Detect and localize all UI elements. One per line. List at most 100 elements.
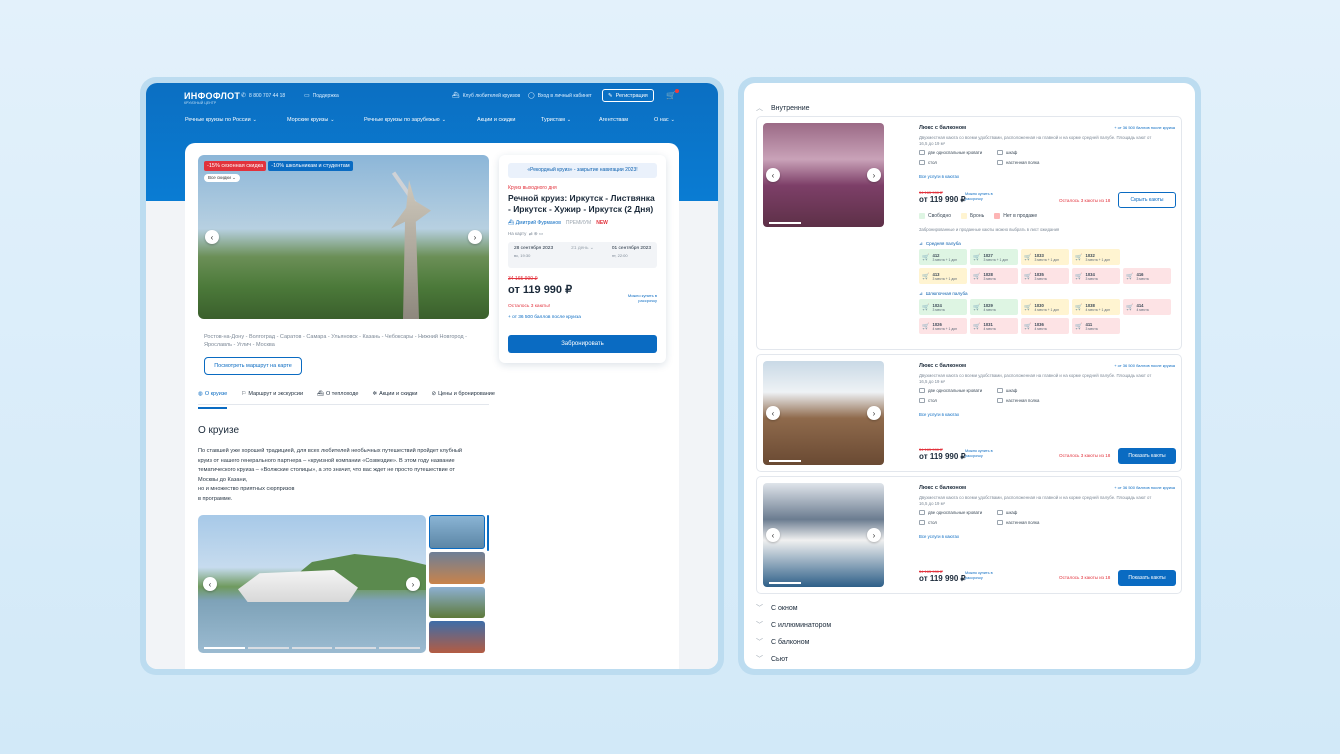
chevron-left-icon: ‹ xyxy=(771,408,775,418)
cart-icon: 🛒 xyxy=(1024,323,1032,330)
section-balcony[interactable]: ﹀ С балконом xyxy=(756,637,809,647)
tag-icon: ⊘ xyxy=(431,391,437,397)
price: от 119 990 ₽ xyxy=(919,195,966,204)
cabin-cell[interactable]: 🛒 414 4 места xyxy=(1123,299,1171,315)
chevron-right-icon: › xyxy=(872,530,876,540)
thumbnail[interactable] xyxy=(429,551,485,584)
nav-item-river-abroad[interactable]: Речные круизы по зарубежью ⌄ xyxy=(364,117,446,123)
cart-icon[interactable]: 🛒 xyxy=(666,89,679,100)
tab-route[interactable]: ⚐ Маршрут и экскурсии xyxy=(241,391,303,404)
phone-link[interactable]: ✆ 8 800 707 44 18 xyxy=(241,93,285,99)
prev-photo-button[interactable]: ‹ xyxy=(766,168,780,182)
cabin-empty xyxy=(1123,249,1171,265)
cabin-cell[interactable]: 🛒 1036 4 места xyxy=(1021,318,1069,334)
tab-about[interactable]: ◍ О круизе xyxy=(198,391,228,409)
next-photo-button[interactable]: › xyxy=(867,406,881,420)
thumbnail[interactable] xyxy=(429,621,485,653)
cabin-info: 1034 3 места xyxy=(1085,271,1098,281)
tab-ship[interactable]: ⛴ О теплоходе xyxy=(317,391,358,404)
section-interior[interactable]: ︿ Внутренние xyxy=(756,103,810,113)
thumbnails-scrollbar[interactable] xyxy=(487,515,489,551)
section-window[interactable]: ﹀ С окном xyxy=(756,603,798,613)
all-services-link[interactable]: Все услуги в каютах xyxy=(919,174,959,179)
cabin-cell[interactable]: 🛒 1031 4 места xyxy=(970,318,1018,334)
cabin-cell[interactable]: 🛒 1027 3 места + 1 доп xyxy=(970,249,1018,265)
next-photo-button[interactable]: › xyxy=(468,230,482,244)
cabins-left: Осталось 3 каюты из 18 xyxy=(1059,453,1111,458)
installment-badge: Можно купить в рассрочку xyxy=(965,449,993,458)
bonus-points: + от 36 500 баллов после круиза xyxy=(1114,485,1175,490)
cabin-description: Двухместная каюта со всеми удобствами, р… xyxy=(919,373,1152,384)
cabin-cell[interactable]: 🛒 1029 4 места xyxy=(970,299,1018,315)
view-route-map-button[interactable]: Посмотреть маршрут на карте xyxy=(204,357,302,375)
cabin-cell[interactable]: 🛒 411 3 места xyxy=(1072,318,1120,334)
nav-item-river-russia[interactable]: Речные круизы по России ⌄ xyxy=(185,117,257,123)
ship-icon: ⛴ xyxy=(452,93,460,99)
record-cruise-banner[interactable]: «Рекордный круиз» - закрытие навигации 2… xyxy=(508,163,657,178)
about-text: По ставшей уже хорошей традицией, для вс… xyxy=(198,447,488,505)
on-map-link[interactable]: На карту ⇌ ⊛ ▭ xyxy=(508,231,657,237)
thumbnail[interactable] xyxy=(429,586,485,619)
next-photo-button[interactable]: › xyxy=(406,577,420,591)
tab-prices[interactable]: ⊘ Цены и бронирование xyxy=(432,391,495,404)
nav-item-sales[interactable]: Акции и скидки xyxy=(477,117,515,123)
cabin-cell[interactable]: 🛒 1034 3 места xyxy=(1072,268,1120,284)
support-link[interactable]: ▭ Поддержка xyxy=(304,93,339,99)
section-porthole[interactable]: ﹀ С иллюминатором xyxy=(756,620,831,630)
all-services-link[interactable]: Все услуги в каютах xyxy=(919,534,959,539)
next-photo-button[interactable]: › xyxy=(867,528,881,542)
cabin-empty xyxy=(1123,318,1171,334)
nav-item-sea[interactable]: Морские круизы ⌄ xyxy=(287,117,334,123)
nav-item-tourists[interactable]: Туристам ⌄ xyxy=(541,117,571,123)
user-icon: ◯ xyxy=(528,93,535,99)
cabin-cell[interactable]: 🛒 1028 3 места xyxy=(970,268,1018,284)
cart-icon: 🛒 xyxy=(1024,304,1032,311)
prev-photo-button[interactable]: ‹ xyxy=(203,577,217,591)
bonus-points: + от 36 500 баллов после круиза xyxy=(1114,125,1175,130)
cart-icon: 🛒 xyxy=(1024,273,1032,280)
cabin-cell[interactable]: 🛒 413 3 места + 1 доп xyxy=(919,268,967,284)
nav-item-agencies[interactable]: Агентствам xyxy=(599,117,628,123)
thumbnail[interactable] xyxy=(429,515,485,549)
amenity: шкаф xyxy=(997,388,1075,393)
tab-sales[interactable]: ✲ Акции и скидки xyxy=(372,391,417,404)
hide-cabins-button[interactable]: Скрыть каюты xyxy=(1118,192,1176,208)
ship-icon: ⛴ xyxy=(317,391,324,397)
logo[interactable]: ИНФОФЛОТ КРУИЗНЫЙ ЦЕНТР xyxy=(184,91,240,105)
duration[interactable]: 21 день ⌄ xyxy=(571,246,594,264)
cabin-cell[interactable]: 🛒 1035 3 места xyxy=(1021,268,1069,284)
section-suite[interactable]: ﹀ Сьют xyxy=(756,654,788,664)
price: от 119 990 ₽ xyxy=(919,452,966,461)
legend-not-sale: Нет в продаже xyxy=(994,213,1037,219)
cabin-info: 1038 4 места + 1 доп xyxy=(1085,302,1111,312)
chevron-down-icon: ⌄ xyxy=(441,117,446,123)
prev-photo-button[interactable]: ‹ xyxy=(205,230,219,244)
chevron-down-icon: ﹀ xyxy=(756,639,763,646)
cabin-cell[interactable]: 🛒 416 3 места xyxy=(1123,268,1171,284)
cabin-cell[interactable]: 🛒 412 3 места + 1 доп xyxy=(919,249,967,265)
cabin-cell[interactable]: 🛒 1030 4 места + 1 доп xyxy=(1021,299,1069,315)
cabin-cell[interactable]: 🛒 1033 3 места + 1 доп xyxy=(1021,249,1069,265)
nav-item-about[interactable]: О нас ⌄ xyxy=(654,117,675,123)
amenity: шкаф xyxy=(997,150,1075,155)
amenities: две односпальные кровати шкаф стол насте… xyxy=(919,150,1079,165)
all-sales-dropdown[interactable]: Все скидки ⌄ xyxy=(204,174,240,182)
cabin-cell[interactable]: 🛒 1026 4 места + 1 доп xyxy=(919,318,967,334)
show-cabins-button[interactable]: Показать каюты xyxy=(1118,448,1176,464)
cabin-info: 1031 4 места xyxy=(983,321,996,331)
prev-photo-button[interactable]: ‹ xyxy=(766,406,780,420)
ship-link[interactable]: ⛴ Дмитрий Фурманов xyxy=(508,220,561,226)
next-photo-button[interactable]: › xyxy=(867,168,881,182)
cabin-grid-boat: 🛒 1024 3 места 🛒 1029 4 места 🛒 1030 4 места + 1… xyxy=(919,299,1171,334)
cabinet-link[interactable]: ◯ Вход в личный кабинет xyxy=(528,93,592,99)
book-button[interactable]: Забронировать xyxy=(508,335,657,353)
all-services-link[interactable]: Все услуги в каютах xyxy=(919,412,959,417)
cabin-cell[interactable]: 🛒 1024 3 места xyxy=(919,299,967,315)
old-price: 34 165 990 ₽ xyxy=(508,276,538,282)
cabin-cell[interactable]: 🛒 1038 4 места + 1 доп xyxy=(1072,299,1120,315)
show-cabins-button[interactable]: Показать каюты xyxy=(1118,570,1176,586)
club-link[interactable]: ⛴ Клуб любителей круизов xyxy=(452,93,520,99)
cabin-cell[interactable]: 🛒 1032 3 места + 1 доп xyxy=(1072,249,1120,265)
prev-photo-button[interactable]: ‹ xyxy=(766,528,780,542)
register-button[interactable]: ✎ Регистрация xyxy=(602,89,654,102)
